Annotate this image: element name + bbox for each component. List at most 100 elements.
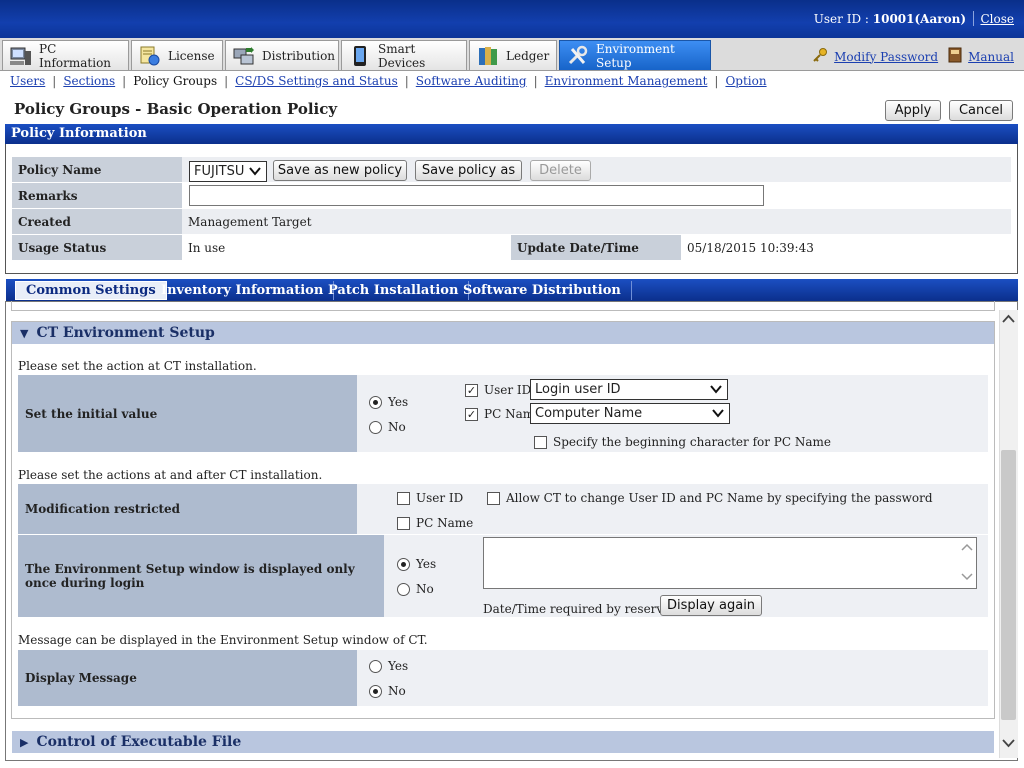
scroll-down-arrow-icon[interactable] — [1001, 736, 1016, 753]
tab-ledger[interactable]: Ledger — [469, 40, 557, 70]
set-initial-value-label: Set the initial value — [18, 375, 357, 452]
reservation-textarea[interactable] — [483, 537, 977, 589]
subnav-users[interactable]: Users — [10, 74, 45, 88]
display-once-no-label: No — [416, 582, 434, 596]
modification-restricted-label: Modification restricted — [18, 484, 357, 534]
sub-navigation: Users | Sections | Policy Groups | CS/DS Se… — [10, 74, 767, 88]
pc-icon — [9, 45, 33, 67]
created-label: Created — [12, 209, 182, 235]
user-id-select[interactable]: Login user ID — [530, 379, 728, 400]
tab-label: Distribution — [262, 48, 336, 63]
initial-no-radio[interactable] — [369, 421, 382, 434]
intro-text-message: Message can be displayed in the Environm… — [18, 633, 428, 647]
display-again-button[interactable]: Display again — [660, 595, 762, 616]
scroll-up-arrow-icon[interactable] — [1001, 312, 1016, 329]
header-links: Modify Password Manual — [812, 47, 1014, 66]
subnav-sections[interactable]: Sections — [63, 74, 115, 88]
triangle-down-icon: ▼ — [20, 326, 29, 340]
delete-button: Delete — [530, 160, 591, 181]
subnav-software-auditing[interactable]: Software Auditing — [416, 74, 527, 88]
section-title: CT Environment Setup — [36, 325, 215, 341]
user-id-label: User ID — [484, 383, 532, 397]
tab-software-distribution[interactable]: Software Distribution — [453, 281, 632, 300]
tab-distribution[interactable]: Distribution — [225, 40, 339, 70]
chevron-down-icon — [248, 164, 262, 182]
display-message-no-label: No — [388, 684, 406, 698]
distribution-icon — [232, 45, 256, 67]
display-message-yes-radio[interactable] — [369, 660, 382, 673]
control-executable-header[interactable]: ▶ Control of Executable File — [12, 731, 994, 753]
display-message-yes-label: Yes — [388, 659, 409, 673]
apply-button[interactable]: Apply — [885, 100, 941, 121]
display-message-no-radio[interactable] — [369, 685, 382, 698]
tab-label: Smart Devices — [378, 41, 426, 70]
allow-ct-change-checkbox[interactable] — [487, 492, 500, 505]
modify-password-link[interactable]: Modify Password — [834, 50, 938, 64]
mod-user-id-checkbox[interactable] — [397, 492, 410, 505]
divider: | — [122, 74, 127, 88]
intro-text-after-install: Please set the actions at and after CT i… — [18, 468, 323, 482]
save-as-new-policy-button[interactable]: Save as new policy — [273, 160, 407, 181]
close-link[interactable]: Close — [980, 12, 1014, 26]
policy-name-select[interactable]: FUJITSU — [189, 161, 267, 182]
triangle-right-icon: ▶ — [20, 735, 29, 749]
display-message-label: Display Message — [18, 650, 357, 706]
usage-status-value: In use — [182, 235, 511, 261]
beginning-char-label: Specify the beginning character for PC N… — [553, 435, 831, 449]
display-once-yes-radio[interactable] — [397, 558, 410, 571]
display-once-label: The Environment Setup window is displaye… — [18, 535, 384, 617]
subnav-policy-groups: Policy Groups — [133, 74, 218, 88]
policy-name-label: Policy Name — [12, 157, 182, 183]
remarks-input[interactable] — [189, 185, 764, 206]
intro-text-install: Please set the action at CT installation… — [18, 359, 257, 373]
tab-license[interactable]: License — [131, 40, 223, 70]
tab-patch-installation[interactable]: Patch Installation — [318, 281, 470, 300]
subnav-environment-management[interactable]: Environment Management — [545, 74, 708, 88]
initial-yes-label: Yes — [388, 395, 409, 409]
save-policy-as-button[interactable]: Save policy as — [415, 160, 522, 181]
scrollbar-thumb[interactable] — [1001, 450, 1016, 720]
display-once-no-radio[interactable] — [397, 583, 410, 596]
tab-label: PC Information — [39, 41, 112, 70]
page-title: Policy Groups - Basic Operation Policy — [14, 100, 338, 118]
update-date-label: Update Date/Time — [511, 235, 681, 261]
update-date-value: 05/18/2015 10:39:43 — [681, 235, 1011, 261]
select-value: Computer Name — [535, 406, 643, 421]
user-id-checkbox[interactable]: ✓ — [465, 384, 478, 397]
beginning-char-checkbox[interactable] — [534, 436, 547, 449]
remarks-label: Remarks — [12, 183, 182, 209]
created-value: Management Target — [182, 209, 1011, 235]
tab-inventory-information[interactable]: Inventory Information — [151, 281, 335, 300]
cancel-button[interactable]: Cancel — [949, 100, 1013, 121]
subnav-option[interactable]: Option — [725, 74, 766, 88]
section-title: Control of Executable File — [36, 734, 242, 750]
tab-pc-information[interactable]: PC Information — [2, 40, 129, 70]
allow-ct-change-label: Allow CT to change User ID and PC Name b… — [506, 491, 933, 505]
initial-yes-radio[interactable] — [369, 396, 382, 409]
divider — [973, 11, 974, 26]
policy-info-header: Policy Information — [5, 124, 1018, 144]
tab-common-settings[interactable]: Common Settings — [15, 281, 167, 300]
pc-name-select[interactable]: Computer Name — [530, 403, 730, 424]
initial-no-label: No — [388, 420, 406, 434]
chevron-down-icon — [709, 382, 723, 400]
scroll-up-icon[interactable] — [961, 541, 973, 555]
ct-environment-setup-header[interactable]: ▼ CT Environment Setup — [12, 322, 994, 344]
usage-status-label: Usage Status — [12, 235, 182, 261]
tab-environment-setup[interactable]: Environment Setup — [559, 40, 711, 70]
scroll-down-icon[interactable] — [961, 571, 973, 585]
previous-section-end — [11, 301, 995, 311]
pc-name-checkbox[interactable]: ✓ — [465, 408, 478, 421]
manual-link[interactable]: Manual — [968, 50, 1014, 64]
subnav-csds-settings[interactable]: CS/DS Settings and Status — [235, 74, 398, 88]
display-once-yes-label: Yes — [416, 557, 437, 571]
tools-icon — [566, 45, 590, 67]
tab-smart-devices[interactable]: Smart Devices — [341, 40, 467, 70]
mod-pc-name-checkbox[interactable] — [397, 517, 410, 530]
tab-label: Environment Setup — [596, 41, 675, 70]
divider: | — [714, 74, 719, 88]
divider: | — [224, 74, 229, 88]
display-message-row — [357, 650, 988, 706]
ledger-icon — [476, 45, 500, 67]
divider: | — [533, 74, 538, 88]
